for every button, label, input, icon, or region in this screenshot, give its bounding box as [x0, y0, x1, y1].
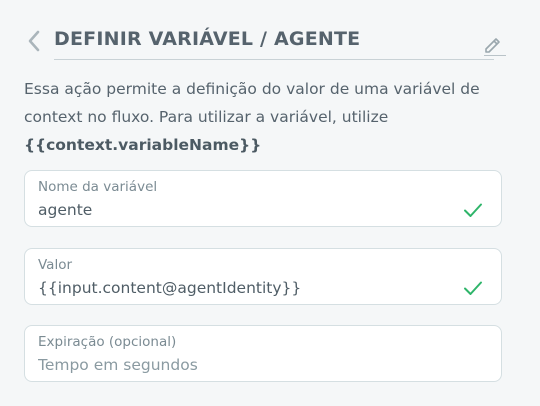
action-description: Essa ação permite a definição do valor d… [24, 75, 519, 159]
expiration-label: Expiração (opcional) [38, 334, 177, 350]
description-text: Essa ação permite a definição do valor d… [24, 80, 480, 126]
page-title[interactable]: DEFINIR VARIÁVEL / AGENTE [54, 28, 360, 50]
check-icon [464, 281, 482, 295]
header: DEFINIR VARIÁVEL / AGENTE [22, 24, 512, 60]
value-input[interactable] [38, 279, 458, 297]
value-field[interactable]: Valor [24, 248, 502, 305]
value-label: Valor [38, 257, 73, 273]
back-button[interactable] [24, 28, 46, 54]
description-code: {{context.variableName}} [24, 136, 262, 154]
variable-name-input[interactable] [38, 201, 458, 219]
expiration-field[interactable]: Expiração (opcional) [24, 325, 502, 382]
chevron-left-icon [28, 30, 40, 52]
edit-underline [484, 55, 506, 56]
variable-name-field[interactable]: Nome da variável [24, 170, 502, 227]
expiration-input[interactable] [38, 356, 458, 374]
variable-name-label: Nome da variável [38, 179, 158, 195]
title-underline [54, 59, 494, 60]
check-icon [464, 203, 482, 217]
